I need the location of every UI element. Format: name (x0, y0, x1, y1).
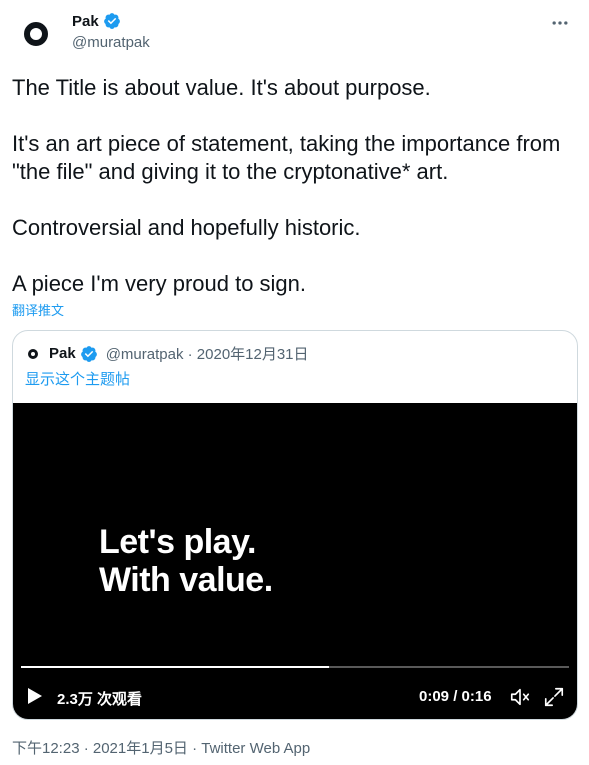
quote-display-name: Pak (49, 345, 76, 362)
video-overlay-text: Let's play. With value. (99, 523, 273, 599)
video-progress-bar[interactable] (21, 666, 569, 668)
tweet-footer-meta[interactable]: 下午12:23 · 2021年1月5日 · Twitter Web App (12, 737, 310, 758)
fullscreen-icon[interactable] (543, 686, 565, 708)
video-overlay-line: With value. (99, 561, 273, 599)
verified-badge-icon (80, 345, 98, 363)
ring-logo-icon (24, 22, 48, 46)
tweet-paragraph: A piece I'm very proud to sign. (12, 271, 307, 296)
author-avatar[interactable] (12, 10, 60, 58)
quote-tweet-card[interactable]: Pak @muratpak · 2020年12月31日 显示这个主题帖 Let'… (12, 330, 578, 720)
author-name-row: Pak (72, 12, 121, 30)
quote-avatar (25, 346, 41, 362)
video-overlay-line: Let's play. (99, 523, 256, 561)
quote-header: Pak @muratpak · 2020年12月31日 (25, 343, 309, 364)
ring-logo-icon (28, 348, 38, 359)
quote-meta: @muratpak · 2020年12月31日 (105, 346, 309, 363)
video-time: 0:09 / 0:16 (419, 688, 492, 705)
tweet-text: The Title is about value. It's about pur… (12, 74, 577, 298)
video-view-count: 2.3万 次观看 (57, 691, 143, 708)
volume-muted-icon[interactable] (509, 686, 531, 708)
video-progress-fill (21, 666, 330, 668)
translate-tweet-link[interactable]: 翻译推文 (12, 300, 64, 319)
author-handle[interactable]: @muratpak (72, 34, 150, 51)
show-thread-link[interactable]: 显示这个主题帖 (25, 368, 130, 389)
play-icon[interactable] (27, 686, 45, 706)
author-display-name[interactable]: Pak (72, 13, 99, 30)
verified-badge-icon (103, 12, 121, 30)
tweet-paragraph: Controversial and hopefully historic. (12, 215, 361, 240)
more-horizontal-icon[interactable] (543, 10, 577, 36)
video-player[interactable]: Let's play. With value. 2.3万 次观看 0:09 / … (13, 403, 577, 719)
tweet-paragraph: The Title is about value. It's about pur… (12, 75, 431, 100)
tweet-header: Pak @muratpak (0, 0, 589, 64)
tweet-paragraph: It's an art piece of statement, taking t… (12, 131, 561, 184)
